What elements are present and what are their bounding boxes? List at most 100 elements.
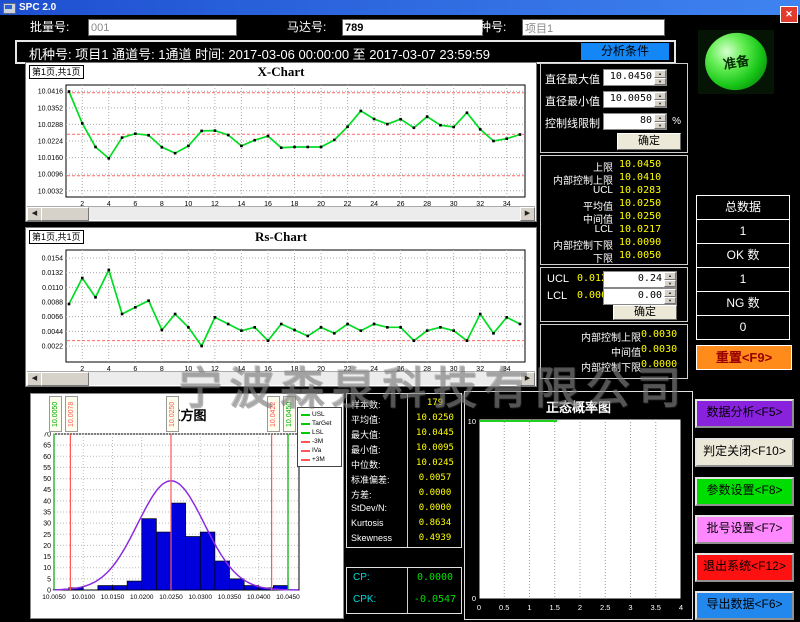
rschart-scroll-thumb[interactable] (41, 372, 89, 386)
svg-text:2.5: 2.5 (600, 603, 610, 612)
rs-internal-label: 内部控制下限 (543, 359, 641, 374)
stat-value: 179 (409, 398, 461, 408)
svg-text:10.0160: 10.0160 (38, 155, 63, 162)
diameter-min-label: 直径最小值 (545, 93, 600, 109)
batch-number-input[interactable] (88, 19, 237, 36)
stat-label: 标准偏差: (351, 473, 390, 486)
svg-text:5: 5 (47, 576, 51, 583)
cp-value: 0.0000 (409, 572, 461, 583)
stat-value: 0.0000 (409, 503, 461, 513)
data-analysis-button[interactable]: 数据分析<F5> (695, 399, 794, 428)
legend-swatch-icon (301, 450, 310, 452)
svg-text:3: 3 (628, 603, 632, 612)
parameter-settings-button[interactable]: 参数设置<F8> (695, 477, 794, 506)
svg-text:25: 25 (43, 532, 51, 539)
diameter-max-input[interactable]: 10.0450 ▲▼ (603, 69, 667, 86)
ready-indicator-box: 准备 (698, 30, 774, 94)
svg-text:4: 4 (679, 603, 683, 612)
rs-lcl-label: LCL (547, 290, 567, 302)
svg-text:10.0250: 10.0250 (159, 594, 183, 601)
control-limit-input[interactable]: 80 ▲▼ (603, 113, 667, 130)
xchart-scroll-thumb[interactable] (41, 207, 89, 221)
stat-value: 0.4939 (409, 533, 461, 543)
rs-internal-label: 内部控制上限 (543, 329, 641, 344)
model-number-input[interactable] (522, 19, 665, 36)
diameter-max-label: 直径最大值 (545, 71, 600, 87)
scroll-left-icon[interactable]: ◀ (27, 372, 42, 386)
limit-value: 10.0283 (619, 185, 661, 196)
batch-number-label: 批量号: (30, 19, 69, 35)
batch-settings-button[interactable]: 批号设置<F7> (695, 515, 794, 544)
svg-text:15: 15 (43, 554, 51, 561)
legend-swatch-icon (301, 441, 310, 443)
spinner-buttons-icon[interactable]: ▲▼ (654, 114, 666, 129)
stat-label: 最大值: (351, 428, 381, 441)
rs-limits-panel: UCL 0.0123 0.24 ▲▼ LCL 0.0004 0.00 ▲▼ 确定 (540, 267, 688, 322)
limit-value: 10.0090 (619, 237, 661, 248)
total-data-label: 总数据 (696, 195, 790, 220)
limits-panel: 上限10.0450 内部控制上限10.0410 UCL10.0283 平均值10… (540, 155, 688, 265)
svg-text:0.0154: 0.0154 (42, 256, 64, 263)
stat-label: Kurtosis (351, 518, 384, 528)
svg-text:0: 0 (477, 603, 481, 612)
legend-swatch-icon (301, 432, 310, 434)
params-ok-button[interactable]: 确定 (617, 133, 681, 150)
xchart-scrollbar[interactable]: ◀ ▶ (27, 206, 535, 220)
analysis-info-box: 机种号: 项目1 通道号: 1通道 时间: 2017-03-06 00:00:0… (15, 40, 676, 64)
stat-value: 0.0057 (409, 473, 461, 483)
spinner-buttons-icon[interactable]: ▲▼ (664, 272, 676, 287)
rschart-scrollbar[interactable]: ◀ ▶ (27, 371, 535, 385)
normal-probability-plot: 00.511.522.533.54100 (465, 415, 692, 617)
histogram-panel: 直方图 10.005010.007810.025010.042210.0450 … (30, 393, 344, 619)
svg-text:1.5: 1.5 (550, 603, 560, 612)
svg-text:10: 10 (468, 417, 476, 426)
limit-value: 10.0450 (619, 159, 661, 170)
stat-value: 10.0250 (409, 413, 461, 423)
svg-text:10.0096: 10.0096 (38, 172, 63, 179)
scroll-right-icon[interactable]: ▶ (520, 207, 535, 221)
analysis-info-text: 机种号: 项目1 通道号: 1通道 时间: 2017-03-06 00:00:0… (29, 44, 490, 63)
svg-text:0.0088: 0.0088 (42, 300, 64, 307)
svg-text:10.0288: 10.0288 (38, 122, 63, 129)
rs-lcl-input[interactable]: 0.00 ▲▼ (603, 288, 677, 305)
svg-text:40: 40 (43, 498, 51, 505)
xchart-page-label: 第1页,共1页 (29, 65, 84, 79)
svg-text:60: 60 (43, 454, 51, 461)
svg-text:0.0110: 0.0110 (42, 285, 63, 292)
judge-close-button[interactable]: 判定关闭<F10> (695, 438, 794, 467)
scroll-right-icon[interactable]: ▶ (520, 372, 535, 386)
diameter-min-input[interactable]: 10.0050 ▲▼ (603, 91, 667, 108)
rs-ucl-input[interactable]: 0.24 ▲▼ (603, 271, 677, 288)
ok-count-value: 1 (696, 267, 790, 292)
ready-button[interactable]: 准备 (701, 28, 772, 95)
spinner-buttons-icon[interactable]: ▲▼ (654, 92, 666, 107)
stat-value: 0.0000 (409, 488, 461, 498)
rs-ucl-spin-value: 0.24 (638, 273, 662, 284)
spinner-buttons-icon[interactable]: ▲▼ (664, 289, 676, 304)
cpk-value: -0.0547 (409, 594, 461, 605)
svg-text:0: 0 (472, 594, 476, 603)
rs-ucl-label: UCL (547, 273, 569, 285)
svg-text:10.0416: 10.0416 (38, 89, 63, 96)
analyze-conditions-button[interactable]: 分析条件 (581, 43, 669, 60)
svg-text:30: 30 (43, 521, 51, 528)
control-limit-label: 控制线限制 (545, 115, 600, 131)
normal-probability-title: 正态概率图 (465, 397, 692, 416)
stat-label: 方差: (351, 488, 372, 501)
legend-item: +3M (301, 455, 340, 464)
stat-label: 样本数: (351, 398, 381, 411)
svg-text:10.0050: 10.0050 (42, 594, 66, 601)
rs-ok-button[interactable]: 确定 (613, 305, 677, 320)
spinner-buttons-icon[interactable]: ▲▼ (654, 70, 666, 85)
svg-text:10.0224: 10.0224 (38, 139, 63, 146)
svg-text:55: 55 (43, 465, 51, 472)
close-button[interactable]: ✕ (780, 6, 798, 23)
motor-number-input[interactable] (342, 19, 483, 36)
export-data-button[interactable]: 导出数据<F6> (695, 591, 794, 620)
stat-value: 10.0095 (409, 443, 461, 453)
reset-button[interactable]: 重置<F9> (696, 345, 792, 370)
scroll-left-icon[interactable]: ◀ (27, 207, 42, 221)
svg-text:50: 50 (43, 476, 51, 483)
exit-system-button[interactable]: 退出系统<F12> (695, 553, 794, 582)
counts-table: 总数据 1 OK 数 1 NG 数 0 (696, 195, 790, 341)
